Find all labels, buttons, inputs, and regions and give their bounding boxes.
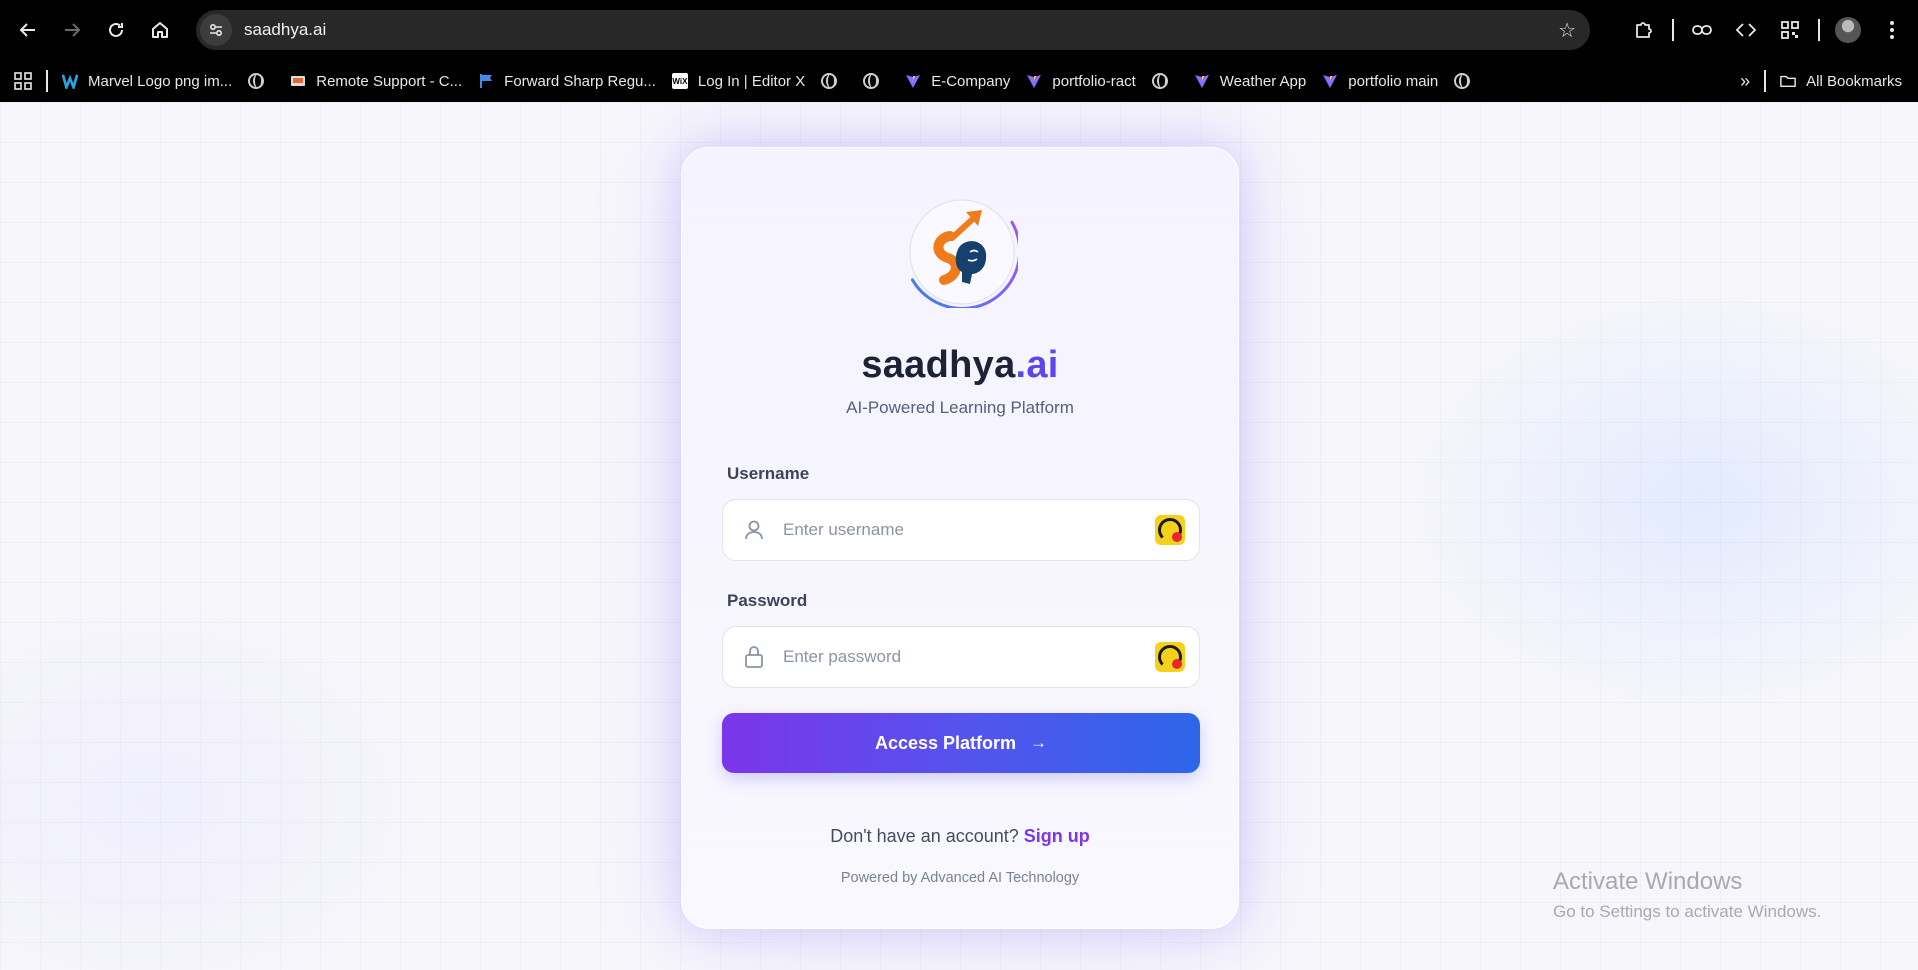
signup-prompt: Don't have an account? Sign up (682, 826, 1238, 847)
profile-button[interactable] (1826, 8, 1870, 52)
link-icon (1692, 25, 1712, 35)
powered-by-text: Powered by Advanced AI Technology (840, 870, 1080, 886)
home-icon (152, 22, 168, 38)
bookmark-item[interactable] (240, 65, 282, 97)
access-platform-button[interactable]: Access Platform → (722, 713, 1200, 773)
forward-arrow-icon (65, 23, 81, 37)
apps-grid-icon (14, 72, 32, 90)
bookmark-label: Weather App (1219, 72, 1307, 90)
bookmarks-divider (46, 70, 48, 92)
globe-icon (821, 73, 838, 89)
bookmark-label: Forward Sharp Regu... (504, 72, 656, 90)
apps-button[interactable] (0, 65, 40, 97)
bookmark-label: E-Company (931, 72, 1011, 90)
qr-code-icon (1781, 21, 1799, 39)
remote-support-icon (290, 73, 306, 89)
wix-icon: WiX (671, 73, 688, 89)
brand-name: saadhya (861, 344, 1016, 386)
home-button[interactable] (138, 8, 182, 52)
brand-title: saadhya.ai (682, 344, 1238, 387)
signup-prompt-text: Don't have an account? (830, 826, 1019, 846)
bookmark-item[interactable] (855, 65, 897, 97)
page-background: saadhya.ai AI-Powered Learning Platform … (0, 102, 1918, 970)
user-icon (739, 519, 769, 541)
saadhya-logo-icon (906, 196, 1022, 310)
reload-button[interactable] (94, 8, 138, 52)
password-manager-extension-icon[interactable] (1155, 515, 1185, 545)
code-icon (1735, 23, 1757, 37)
bookmark-item[interactable]: portfolio-ract (1018, 65, 1143, 97)
bookmarks-bar: Marvel Logo png im... Remote Support - C… (0, 60, 1918, 102)
password-manager-extension-icon[interactable] (1155, 642, 1185, 672)
password-field[interactable] (722, 626, 1200, 688)
folder-icon (1780, 73, 1796, 89)
kebab-menu-icon (1890, 21, 1894, 39)
lock-icon (739, 645, 769, 669)
browser-toolbar: saadhya.ai ☆ (0, 0, 1918, 60)
more-bookmarks-button[interactable]: » (1732, 65, 1758, 97)
bookmark-item[interactable]: Marvel Logo png im... (54, 65, 240, 97)
windows-activation-watermark: Activate Windows Go to Settings to activ… (1553, 868, 1821, 922)
bookmark-item[interactable]: Weather App (1186, 65, 1314, 97)
vite-icon (905, 73, 921, 89)
tagline: AI-Powered Learning Platform (846, 398, 1074, 417)
bookmark-label: portfolio-ract (1052, 72, 1136, 90)
bookmark-label: portfolio main (1348, 72, 1439, 90)
toolbar-divider (1818, 19, 1820, 41)
link-button[interactable] (1680, 8, 1724, 52)
globe-icon (248, 73, 265, 89)
vite-icon (1194, 73, 1210, 89)
arrow-right-icon: → (1030, 733, 1048, 752)
submit-label: Access Platform (874, 732, 1017, 753)
vite-icon (1322, 73, 1338, 89)
all-bookmarks-button[interactable]: All Bookmarks (1772, 65, 1918, 97)
password-label: Password (727, 591, 808, 610)
bookmark-item[interactable]: portfolio main (1314, 65, 1446, 97)
extensions-button[interactable] (1622, 8, 1666, 52)
qr-code-button[interactable] (1768, 8, 1812, 52)
toolbar-divider (1672, 19, 1674, 41)
url-text[interactable]: saadhya.ai (244, 20, 326, 40)
devtools-button[interactable] (1724, 8, 1768, 52)
menu-button[interactable] (1870, 8, 1914, 52)
bookmark-item[interactable]: Remote Support - C... (282, 65, 470, 97)
tune-icon (209, 23, 223, 37)
bookmark-label: Log In | Editor X (697, 72, 806, 90)
address-bar[interactable]: saadhya.ai ☆ (196, 10, 1590, 50)
bookmark-item[interactable] (1446, 65, 1488, 97)
back-arrow-icon (19, 23, 35, 37)
username-label: Username (727, 464, 810, 483)
globe-icon (863, 73, 880, 89)
bookmarks-divider (1764, 70, 1767, 92)
signup-link[interactable]: Sign up (1024, 826, 1090, 846)
double-chevron-icon: » (1740, 70, 1751, 91)
forward-button[interactable] (50, 8, 94, 52)
bookmark-star-icon[interactable]: ☆ (1558, 18, 1576, 43)
globe-icon (1454, 73, 1471, 89)
vite-icon (1026, 73, 1042, 89)
bookmark-item[interactable]: Forward Sharp Regu... (470, 65, 664, 97)
avatar (1835, 17, 1861, 43)
bookmark-label: Remote Support - C... (316, 72, 463, 90)
password-input[interactable] (783, 647, 1113, 667)
globe-icon (1151, 73, 1168, 89)
watermark-subtitle: Go to Settings to activate Windows. (1553, 902, 1822, 921)
brand-suffix: .ai (1015, 344, 1059, 386)
marvel-icon (62, 73, 78, 89)
bookmark-item[interactable]: E-Company (897, 65, 1018, 97)
bookmark-label: Marvel Logo png im... (88, 72, 233, 90)
bookmark-item[interactable] (813, 65, 855, 97)
site-info-button[interactable] (200, 14, 232, 46)
watermark-title: Activate Windows (1553, 868, 1743, 895)
username-field[interactable] (722, 499, 1200, 561)
username-input[interactable] (783, 520, 1113, 540)
back-button[interactable] (6, 8, 50, 52)
bookmark-item[interactable] (1144, 65, 1186, 97)
flag-icon (478, 73, 494, 89)
reload-icon (109, 22, 123, 37)
login-card: saadhya.ai AI-Powered Learning Platform … (681, 147, 1239, 929)
puzzle-icon (1636, 22, 1652, 38)
bookmark-item[interactable]: WiX Log In | Editor X (664, 65, 813, 97)
all-bookmarks-label: All Bookmarks (1806, 72, 1902, 90)
